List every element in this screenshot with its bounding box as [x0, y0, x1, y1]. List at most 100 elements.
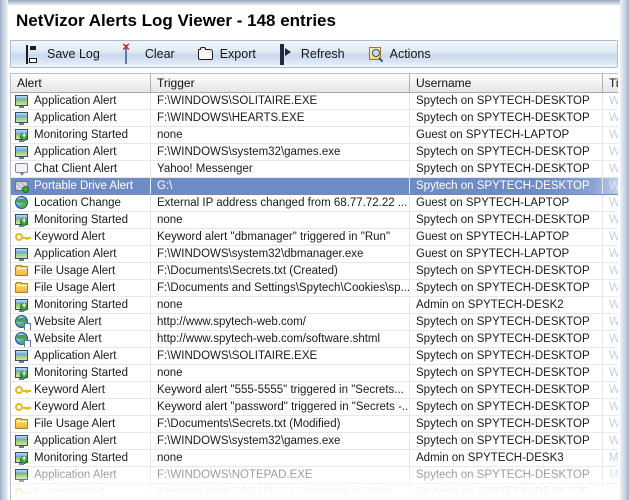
cell-alert: Application Alert — [11, 110, 151, 126]
alert-type-label: Application Alert — [34, 112, 117, 124]
page-title: NetVizor Alerts Log Viewer - 148 entries — [16, 11, 336, 30]
cell-trigger: F:\WINDOWS\SOLITAIRE.EXE — [151, 348, 410, 364]
cell-trigger: none — [151, 212, 410, 228]
alert-type-label: File Usage Alert — [34, 418, 116, 430]
folder-open-icon — [197, 46, 214, 62]
cell-time: W — [603, 110, 618, 126]
alert-type-label: Application Alert — [34, 350, 117, 362]
cell-time: W — [603, 127, 618, 143]
refresh-label: Refresh — [300, 47, 345, 61]
cell-time: W — [603, 382, 618, 398]
save-log-button[interactable]: Save Log — [21, 42, 110, 66]
key-icon — [14, 485, 31, 499]
cell-username: Spytech on SPYTECH-DESKTOP — [410, 280, 603, 296]
table-row[interactable]: File Usage Alert F:\Documents\Secrets.txt… — [11, 416, 618, 433]
cell-trigger: http://www.spytech-web.com/ — [151, 314, 410, 330]
application-monitor-icon — [14, 434, 30, 448]
cell-alert: Location Change — [11, 195, 151, 211]
cell-time: W — [603, 365, 618, 381]
column-header-username[interactable]: Username — [410, 74, 603, 92]
cell-username: Spytech on SPYTECH-DESKTOP — [410, 365, 603, 381]
cell-trigger: F:\Documents and Settings\Spytech\Cookie… — [151, 280, 410, 296]
key-icon — [14, 230, 31, 244]
table-row[interactable]: Location Change External IP address chang… — [11, 195, 618, 212]
table-row[interactable]: File Usage Alert F:\Documents and Setting… — [11, 280, 618, 297]
website-icon — [14, 332, 31, 347]
table-row[interactable]: Monitoring Started noneAdmin on SPYTECH-D… — [11, 450, 618, 467]
table-row[interactable]: Application Alert F:\WINDOWS\SOLITAIRE.EX… — [11, 93, 618, 110]
cell-trigger: Keyword alert "192.168.1.1" triggered in… — [151, 484, 410, 500]
cell-username: Guest on SPYTECH-LAPTOP — [410, 229, 603, 245]
alert-type-label: File Usage Alert — [34, 265, 116, 277]
cell-trigger: Yahoo! Messenger — [151, 161, 410, 177]
actions-button[interactable]: Actions — [364, 42, 441, 66]
refresh-button[interactable]: Refresh — [275, 42, 355, 66]
cell-username: Spytech on SPYTECH-DESKTOP — [410, 110, 603, 126]
alert-type-label: Monitoring Started — [34, 129, 128, 141]
table-row[interactable]: Website Alert http://www.spytech-web.com/… — [11, 331, 618, 348]
table-row[interactable]: Website Alert http://www.spytech-web.com/… — [11, 314, 618, 331]
cell-time: M — [609, 452, 618, 464]
table-row[interactable]: Keyword Alert Keyword alert "password" tr… — [11, 399, 618, 416]
monitoring-started-icon — [14, 451, 30, 465]
cell-username: Guest on SPYTECH-LAPTOP — [410, 127, 603, 143]
cell-username: Admin on SPYTECH-DESK3 — [410, 450, 603, 466]
table-row[interactable]: Monitoring Started noneSpytech on SPYTECH… — [11, 365, 618, 382]
cell-alert: File Usage Alert — [11, 416, 151, 432]
folder-icon — [14, 417, 30, 431]
cell-time: M — [609, 486, 618, 498]
cell-alert: Keyword Alert — [11, 382, 151, 398]
alert-type-label: Monitoring Started — [34, 299, 128, 311]
chat-bubble-icon — [14, 162, 30, 176]
cell-trigger: F:\WINDOWS\system32\dbmanager.exe — [151, 246, 410, 262]
table-body: Application Alert F:\WINDOWS\SOLITAIRE.EX… — [11, 93, 618, 500]
application-monitor-icon — [14, 349, 30, 363]
table-row[interactable]: Monitoring Started noneGuest on SPYTECH-L… — [11, 127, 618, 144]
table-row[interactable]: Application Alert F:\WINDOWS\SOLITAIRE.EX… — [11, 348, 618, 365]
cell-alert: Portable Drive Alert — [11, 178, 151, 194]
alert-type-label: Monitoring Started — [34, 452, 128, 464]
cell-time: W — [603, 263, 618, 279]
table-row[interactable]: Application Alert F:\WINDOWS\system32\gam… — [11, 433, 618, 450]
cell-time: W — [603, 195, 618, 211]
cell-trigger: F:\Documents\Secrets.txt (Modified) — [151, 416, 410, 432]
cell-alert: Application Alert — [11, 93, 151, 109]
column-header-trigger[interactable]: Trigger — [151, 74, 410, 92]
table-row[interactable]: File Usage Alert F:\Documents\Secrets.txt… — [11, 263, 618, 280]
cell-time: W — [603, 433, 618, 449]
table-row[interactable]: Monitoring Started noneSpytech on SPYTECH… — [11, 212, 618, 229]
column-header-time[interactable]: Ti — [603, 74, 618, 92]
cell-trigger: none — [151, 365, 410, 381]
cell-alert: Monitoring Started — [11, 212, 151, 228]
table-row[interactable]: Application Alert F:\WINDOWS\system32\gam… — [11, 144, 618, 161]
table-row[interactable]: Application Alert F:\WINDOWS\NOTEPAD.EXE S… — [11, 467, 618, 484]
alert-type-label: File Usage Alert — [34, 282, 116, 294]
table-row[interactable]: Keyword Alert Keyword alert "dbmanager" t… — [11, 229, 618, 246]
cell-trigger: none — [151, 127, 410, 143]
cell-username: Spytech on SPYTECH-DESKTOP — [410, 178, 603, 194]
table-row[interactable]: Application Alert F:\WINDOWS\HEARTS.EXE Sp… — [11, 110, 618, 127]
cell-alert: File Usage Alert — [11, 263, 151, 279]
cell-trigger: F:\WINDOWS\NOTEPAD.EXE — [151, 467, 410, 483]
cell-username: Spytech on SPYTECH-DESKTOP — [410, 161, 603, 177]
alert-type-label: Application Alert — [34, 469, 117, 481]
table-row[interactable]: Application Alert F:\WINDOWS\system32\dbm… — [11, 246, 618, 263]
clear-button[interactable]: Clear — [119, 42, 185, 66]
cell-trigger: F:\Documents\Secrets.txt (Created) — [151, 263, 410, 279]
alert-type-label: Keyword Alert — [34, 401, 105, 413]
cell-time: W — [603, 212, 618, 228]
table-row[interactable]: Keyword Alert Keyword alert "192.168.1.1"… — [11, 484, 618, 500]
table-row[interactable]: Chat Client Alert Yahoo! Messenger Spytech… — [11, 161, 618, 178]
cell-time: W — [603, 178, 618, 194]
cell-alert: Website Alert — [11, 314, 151, 330]
application-monitor-icon — [14, 468, 30, 482]
column-header-alert[interactable]: Alert — [11, 74, 151, 92]
export-button[interactable]: Export — [194, 42, 266, 66]
table-row[interactable]: Monitoring Started noneAdmin on SPYTECH-D… — [11, 297, 618, 314]
cell-username: Spytech on SPYTECH-DESKTOP — [410, 93, 603, 109]
table-row[interactable]: Portable Drive Alert G:\ Spytech on SPYTEC… — [11, 178, 618, 195]
cell-trigger: F:\WINDOWS\SOLITAIRE.EXE — [151, 93, 410, 109]
cell-alert: Keyword Alert — [11, 229, 151, 245]
table-row[interactable]: Keyword Alert Keyword alert "555-5555" tr… — [11, 382, 618, 399]
alerts-table[interactable]: Alert Trigger Username Ti Application Al… — [10, 73, 618, 500]
